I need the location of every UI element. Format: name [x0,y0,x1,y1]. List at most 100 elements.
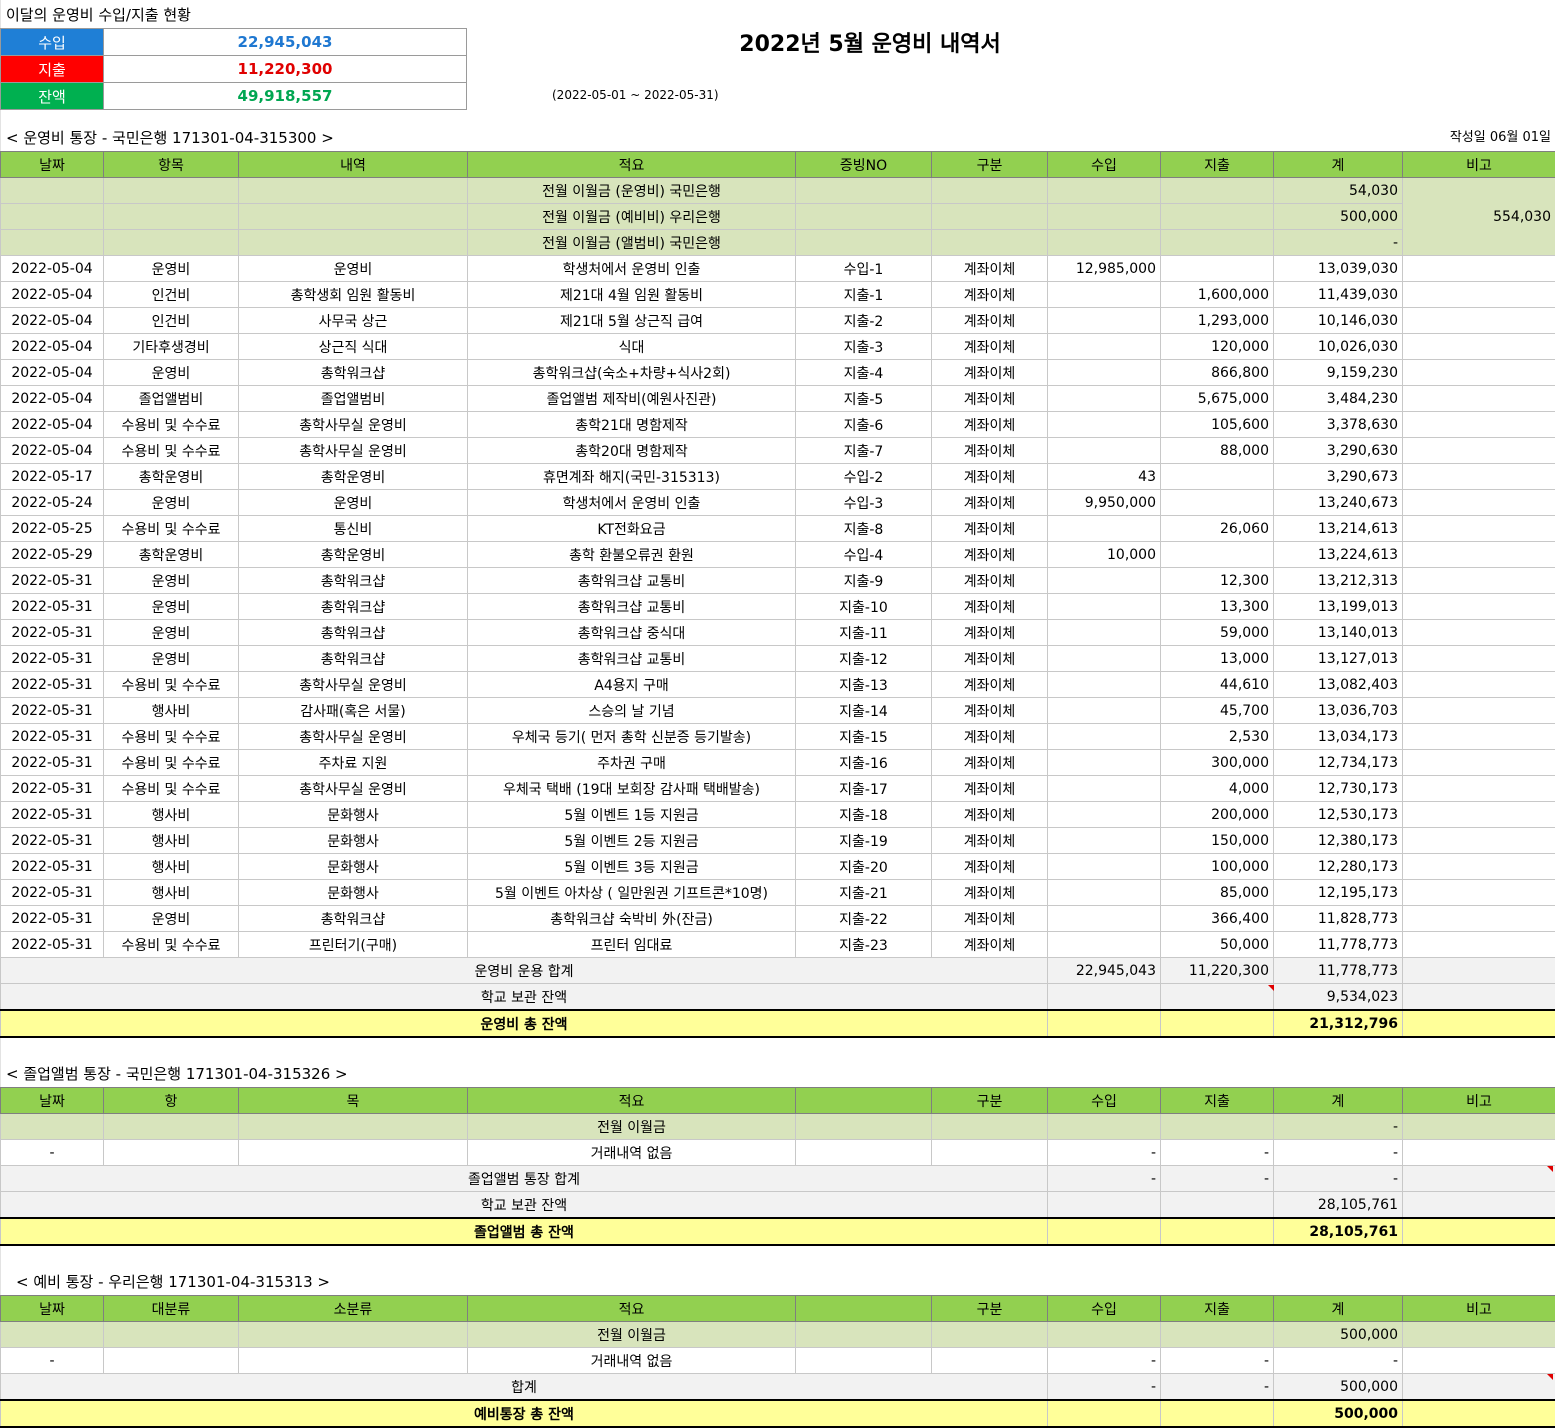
row-income: 43 [1048,464,1161,490]
row-income [1048,438,1161,464]
comment-indicator-icon[interactable] [1547,1374,1553,1380]
row-desc: 제21대 5월 상근직 급여 [468,308,796,334]
row-item: 문화행사 [239,880,468,906]
col-desc: 적요 [468,152,796,178]
row-income [1048,412,1161,438]
row-type: 계좌이체 [932,386,1048,412]
carry-row: 전월 이월금 (예비비) 우리은행500,000 [1,204,1555,230]
row-expense: 866,800 [1161,360,1274,386]
row-item: 감사패(혹은 서물) [239,698,468,724]
row-item: 총학운영비 [239,542,468,568]
row-balance: 12,195,173 [1274,880,1403,906]
comment-indicator-icon[interactable] [1547,1166,1553,1172]
row-receipt-no: 지출-22 [796,906,932,932]
row-receipt-no: 지출-16 [796,750,932,776]
col-income: 수입 [1048,152,1161,178]
row-balance: 13,127,013 [1274,646,1403,672]
col-empty [796,1296,932,1322]
row-income: - [1048,1140,1161,1166]
summary-table: 수입 22,945,043 지출 11,220,300 잔액 49,918,55… [0,28,467,110]
row-category: 수용비 및 수수료 [104,438,239,464]
row-desc: 휴면계좌 해지(국민-315313) [468,464,796,490]
row-receipt-no: 수입-4 [796,542,932,568]
carry-note: 554,030 [1403,178,1555,256]
row-category: 총학운영비 [104,464,239,490]
row-expense: 12,300 [1161,568,1274,594]
row-desc: 주차권 구매 [468,750,796,776]
row-category: 행사비 [104,880,239,906]
row-balance: 3,378,630 [1274,412,1403,438]
col-note: 비고 [1403,152,1555,178]
row-expense: - [1161,1348,1274,1374]
row-item: 상근직 식대 [239,334,468,360]
row-income [1048,802,1161,828]
ledger-row: 2022-05-24운영비운영비학생처에서 운영비 인출수입-3계좌이체9,95… [1,490,1555,516]
page-title: 2022년 5월 운영비 내역서 [470,26,1270,58]
row-receipt-no: 지출-12 [796,646,932,672]
row-balance: 3,484,230 [1274,386,1403,412]
operating-total-row: 운영비 총 잔액21,312,796 [1,1010,1555,1037]
row-desc: 제21대 4월 임원 활동비 [468,282,796,308]
col-note: 비고 [1403,1296,1555,1322]
row-note [1403,542,1555,568]
subtotal-balance: 11,778,773 [1274,958,1403,984]
carry-desc: 전월 이월금 [468,1114,796,1140]
row-income [1048,698,1161,724]
ledger-row: 2022-05-31행사비감사패(혹은 서물)스승의 날 기념지출-14계좌이체… [1,698,1555,724]
ledger-row: 2022-05-04인건비총학생회 임원 활동비제21대 4월 임원 활동비지출… [1,282,1555,308]
ledger-row: 2022-05-31운영비총학워크샵총학워크샵 교통비지출-12계좌이체13,0… [1,646,1555,672]
row-category: 수용비 및 수수료 [104,724,239,750]
row-expense [1161,542,1274,568]
row-income [1048,308,1161,334]
row-expense: 88,000 [1161,438,1274,464]
row-category: 운영비 [104,360,239,386]
carry-balance: 54,030 [1274,178,1403,204]
row-type: 계좌이체 [932,334,1048,360]
row-date: 2022-05-31 [1,828,104,854]
row-category: 행사비 [104,854,239,880]
row-date: 2022-05-25 [1,516,104,542]
row-date: 2022-05-31 [1,724,104,750]
row-income [1048,672,1161,698]
ledger-row: 2022-05-31수용비 및 수수료총학사무실 운영비우체국 택배 (19대 … [1,776,1555,802]
row-item: 총학사무실 운영비 [239,412,468,438]
row-item: 사무국 상근 [239,308,468,334]
carry-balance: 500,000 [1274,204,1403,230]
row-desc: 5월 이벤트 1등 지원금 [468,802,796,828]
row-desc: 우체국 택배 (19대 보회장 감사패 택배발송) [468,776,796,802]
balance-label: 잔액 [1,83,104,110]
row-receipt-no: 지출-1 [796,282,932,308]
row-income [1048,880,1161,906]
ledger-row: 2022-05-31수용비 및 수수료프린터기(구매)프린터 임대료지출-23계… [1,932,1555,958]
row-note [1403,724,1555,750]
row-note [1403,308,1555,334]
carry-row: 전월 이월금 (운영비) 국민은행54,030554,030 [1,178,1555,204]
row-category: 수용비 및 수수료 [104,932,239,958]
row-category: 수용비 및 수수료 [104,776,239,802]
row-item: 총학워크샵 [239,360,468,386]
row-item: 문화행사 [239,854,468,880]
ledger-row: 2022-05-04운영비총학워크샵총학워크샵(숙소+차량+식사2회)지출-4계… [1,360,1555,386]
row-type: 계좌이체 [932,880,1048,906]
row-receipt-no: 지출-18 [796,802,932,828]
row-balance: 10,026,030 [1274,334,1403,360]
row-balance: - [1274,1348,1403,1374]
row-balance: 13,199,013 [1274,594,1403,620]
comment-indicator-icon[interactable] [1268,985,1274,991]
row-date: 2022-05-31 [1,620,104,646]
row-note [1403,802,1555,828]
row-type: 계좌이체 [932,568,1048,594]
col-balance: 계 [1274,152,1403,178]
row-receipt-no: 지출-17 [796,776,932,802]
row-balance: 3,290,673 [1274,464,1403,490]
row-item: 통신비 [239,516,468,542]
row-category: 운영비 [104,620,239,646]
row-category: 운영비 [104,646,239,672]
row-balance: 12,380,173 [1274,828,1403,854]
row-category: 운영비 [104,594,239,620]
row-item: 총학워크샵 [239,620,468,646]
row-date: 2022-05-31 [1,568,104,594]
operating-section-title: < 운영비 통장 - 국민은행 171301-04-315300 > [6,125,334,151]
school-label: 학교 보관 잔액 [1,1192,1048,1219]
row-date: 2022-05-31 [1,854,104,880]
